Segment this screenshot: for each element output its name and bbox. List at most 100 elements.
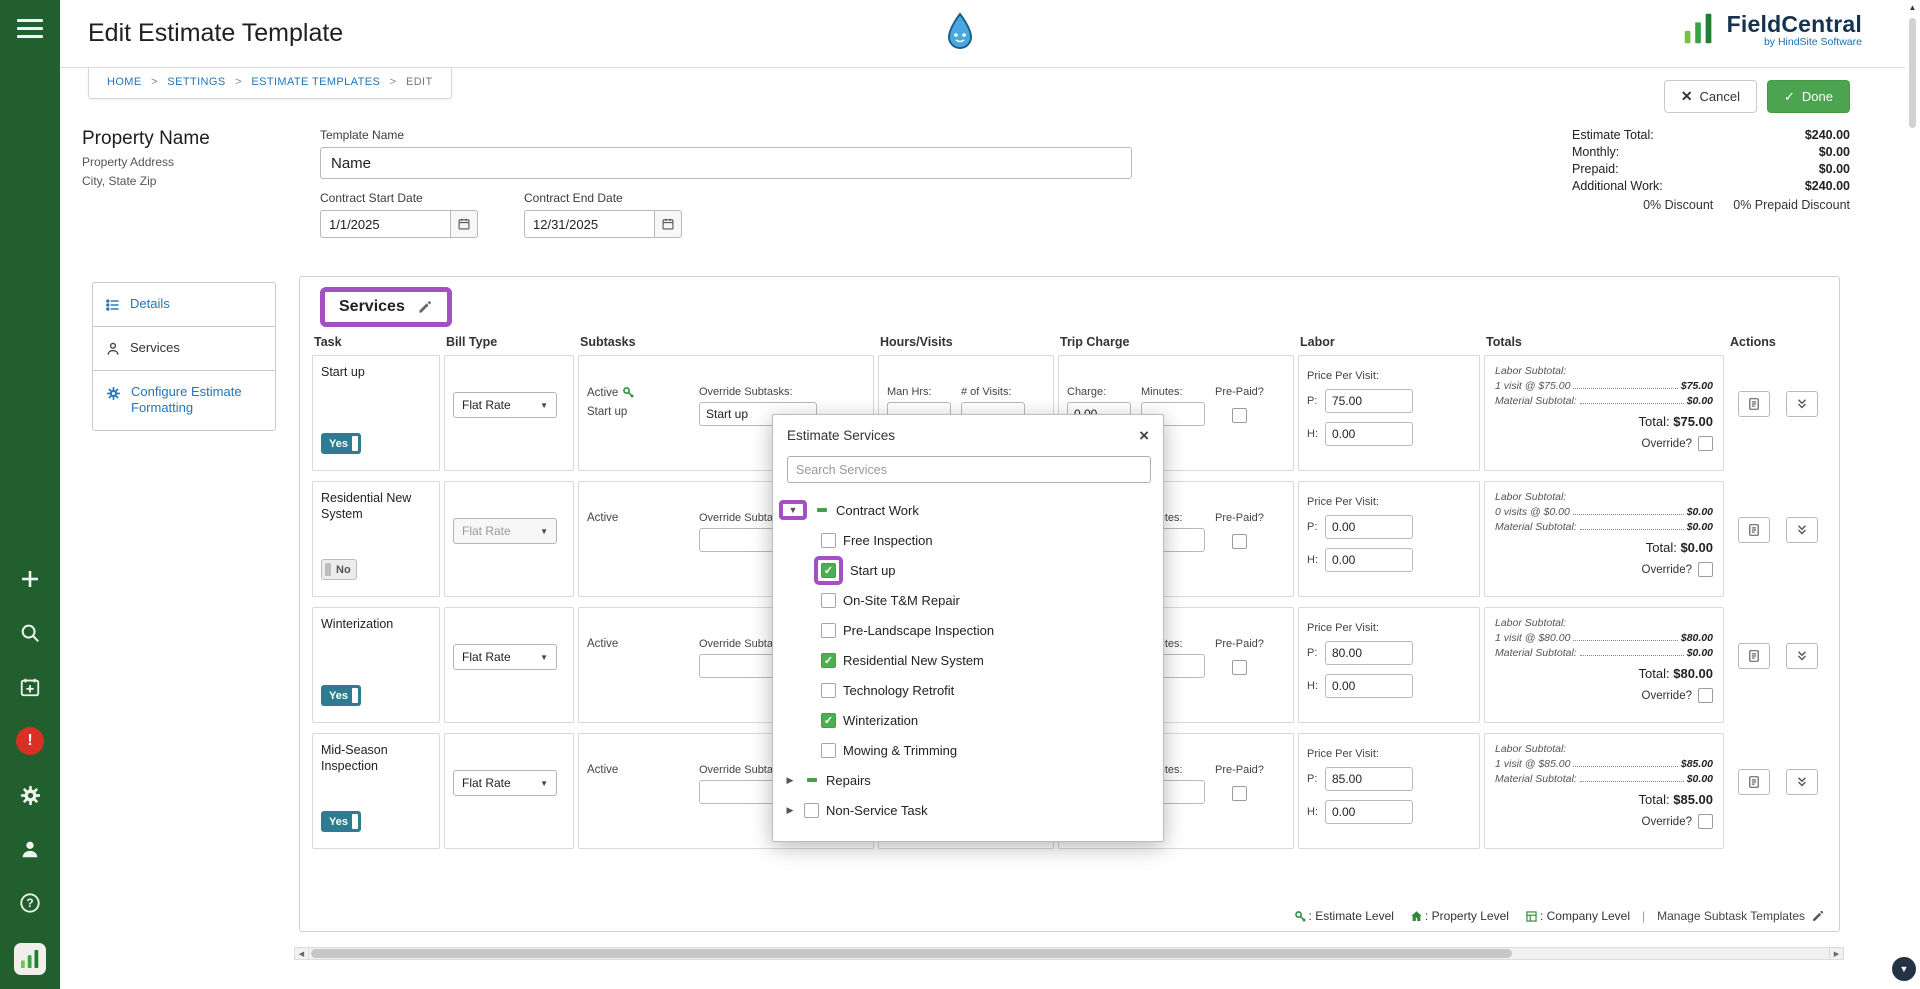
- task-toggle[interactable]: Yes: [321, 811, 361, 832]
- contract-end-input[interactable]: [524, 210, 654, 238]
- tree-checkbox[interactable]: [821, 593, 836, 608]
- breadcrumb-estimate-templates[interactable]: ESTIMATE TEMPLATES: [251, 76, 380, 88]
- tree-checkbox[interactable]: [821, 563, 836, 578]
- price-per-hour-input[interactable]: [1325, 422, 1413, 446]
- help-icon[interactable]: ?: [16, 889, 44, 917]
- expand-arrow-icon[interactable]: ▶: [783, 805, 797, 816]
- breadcrumb-home[interactable]: HOME: [107, 76, 142, 88]
- tree-checkbox[interactable]: [814, 503, 829, 518]
- override-total-checkbox[interactable]: [1698, 688, 1713, 703]
- tab-configure-estimate-formatting[interactable]: Configure Estimate Formatting: [93, 371, 275, 430]
- expand-row-button[interactable]: [1786, 517, 1818, 543]
- tree-checkbox[interactable]: [804, 803, 819, 818]
- chevron-down-icon: ▼: [540, 527, 548, 536]
- tree-item-free-inspection[interactable]: Free Inspection: [783, 525, 1153, 555]
- pre-paid-checkbox[interactable]: [1232, 660, 1247, 675]
- user-icon[interactable]: [16, 835, 44, 863]
- price-per-visit-input[interactable]: [1325, 767, 1413, 791]
- tree-checkbox[interactable]: [821, 683, 836, 698]
- actions-cell: [1728, 733, 1827, 849]
- scroll-right-button[interactable]: ▶: [1829, 947, 1844, 960]
- tree-item-non-service-task[interactable]: ▶ Non-Service Task: [783, 795, 1153, 825]
- fieldcentral-logo-icon[interactable]: [14, 943, 46, 975]
- bill-type-select[interactable]: Flat Rate▼: [453, 770, 557, 796]
- settings-gear-icon[interactable]: [16, 781, 44, 809]
- task-toggle[interactable]: No: [321, 559, 357, 580]
- price-per-visit-input[interactable]: [1325, 389, 1413, 413]
- sidebar: ! ?: [0, 0, 60, 989]
- active-label: Active: [587, 638, 618, 650]
- pre-paid-checkbox[interactable]: [1232, 786, 1247, 801]
- expand-row-button[interactable]: [1786, 643, 1818, 669]
- task-toggle[interactable]: Yes: [321, 685, 361, 706]
- override-total-checkbox[interactable]: [1698, 814, 1713, 829]
- scroll-left-button[interactable]: ◀: [294, 947, 309, 960]
- price-per-hour-input[interactable]: [1325, 800, 1413, 824]
- tree-item-residential-new-system[interactable]: Residential New System: [783, 645, 1153, 675]
- pre-paid-checkbox[interactable]: [1232, 534, 1247, 549]
- expand-row-button[interactable]: [1786, 769, 1818, 795]
- hamburger-menu-icon[interactable]: [17, 14, 43, 43]
- tree-checkbox[interactable]: [821, 713, 836, 728]
- subtask-template-button[interactable]: [1738, 769, 1770, 795]
- price-per-visit-input[interactable]: [1325, 515, 1413, 539]
- tree-item-contract-work[interactable]: ▼ Contract Work: [783, 495, 1153, 525]
- tree-item-on-site-tm-repair[interactable]: On-Site T&M Repair: [783, 585, 1153, 615]
- estimate-services-modal: Estimate Services × ▼ Contract Work Free…: [772, 414, 1164, 842]
- tree-checkbox[interactable]: [804, 773, 819, 788]
- close-icon[interactable]: ×: [1139, 427, 1149, 444]
- tree-item-winterization[interactable]: Winterization: [783, 705, 1153, 735]
- price-per-hour-input[interactable]: [1325, 548, 1413, 572]
- tree-checkbox[interactable]: [821, 743, 836, 758]
- tree-checkbox[interactable]: [821, 653, 836, 668]
- manage-subtask-templates-link[interactable]: Manage Subtask Templates: [1657, 909, 1825, 923]
- contract-end-calendar-button[interactable]: [654, 210, 682, 238]
- tree-item-pre-landscape-inspection[interactable]: Pre-Landscape Inspection: [783, 615, 1153, 645]
- task-cell: Start up Yes: [312, 355, 440, 471]
- task-toggle[interactable]: Yes: [321, 433, 361, 454]
- alerts-icon[interactable]: !: [16, 727, 44, 755]
- tab-services[interactable]: Services: [93, 326, 275, 371]
- search-icon[interactable]: [16, 619, 44, 647]
- pre-paid-checkbox[interactable]: [1232, 408, 1247, 423]
- scroll-up-arrow-icon[interactable]: ▲: [1905, 3, 1920, 12]
- template-name-input[interactable]: [320, 147, 1132, 179]
- override-total-checkbox[interactable]: [1698, 562, 1713, 577]
- subtask-template-button[interactable]: [1738, 643, 1770, 669]
- expand-row-button[interactable]: [1786, 391, 1818, 417]
- edit-services-button[interactable]: [417, 299, 433, 315]
- bill-type-select[interactable]: Flat Rate▼: [453, 644, 557, 670]
- add-icon[interactable]: [16, 565, 44, 593]
- expand-arrow-icon[interactable]: ▶: [783, 775, 797, 786]
- contract-start-input[interactable]: [320, 210, 450, 238]
- tree-item-mowing-trimming[interactable]: Mowing & Trimming: [783, 735, 1153, 765]
- subtask-template-button[interactable]: [1738, 517, 1770, 543]
- bill-type-select[interactable]: Flat Rate▼: [453, 392, 557, 418]
- scroll-to-bottom-button[interactable]: ▼: [1892, 957, 1916, 981]
- tree-item-repairs[interactable]: ▶ Repairs: [783, 765, 1153, 795]
- breadcrumb-settings[interactable]: SETTINGS: [167, 76, 225, 88]
- price-per-visit-input[interactable]: [1325, 641, 1413, 665]
- cancel-button[interactable]: ✕ Cancel: [1664, 80, 1757, 113]
- search-services-input[interactable]: [787, 456, 1151, 483]
- contract-start-calendar-button[interactable]: [450, 210, 478, 238]
- contract-start-group: Contract Start Date: [320, 191, 478, 238]
- calendar-add-icon[interactable]: [16, 673, 44, 701]
- horizontal-scrollbar-thumb[interactable]: [311, 949, 1512, 958]
- collapse-arrow-icon[interactable]: ▼: [786, 505, 800, 515]
- tree-checkbox[interactable]: [821, 533, 836, 548]
- subtask-template-button[interactable]: [1738, 391, 1770, 417]
- vertical-scrollbar[interactable]: ▲: [1905, 0, 1920, 989]
- tree-item-start-up[interactable]: Start up: [783, 555, 1153, 585]
- horizontal-scrollbar-track[interactable]: [309, 947, 1829, 960]
- price-per-hour-input[interactable]: [1325, 674, 1413, 698]
- tree-item-technology-retrofit[interactable]: Technology Retrofit: [783, 675, 1153, 705]
- horizontal-scrollbar[interactable]: ◀ ▶: [294, 947, 1844, 960]
- override-total-checkbox[interactable]: [1698, 436, 1713, 451]
- done-button[interactable]: ✓ Done: [1767, 80, 1850, 113]
- tab-details[interactable]: Details: [93, 283, 275, 326]
- tree-checkbox[interactable]: [821, 623, 836, 638]
- bill-type-select[interactable]: Flat Rate▼: [453, 518, 557, 544]
- property-level-icon: [1410, 910, 1423, 923]
- vertical-scrollbar-thumb[interactable]: [1909, 18, 1916, 128]
